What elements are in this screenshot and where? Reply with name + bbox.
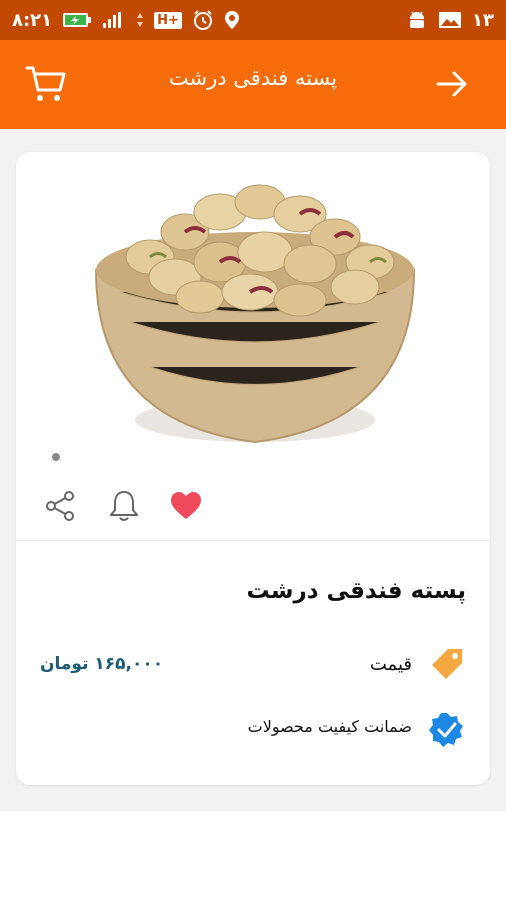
- product-name: پسته فندقی درشت: [246, 578, 466, 604]
- verified-badge-icon: [428, 711, 466, 749]
- arrow-right-icon[interactable]: [432, 64, 472, 104]
- image-icon: [438, 10, 462, 30]
- product-actions: [16, 472, 490, 538]
- product-image[interactable]: [90, 152, 420, 468]
- price-label: قیمت: [369, 654, 412, 675]
- data-arrows-icon: [136, 11, 144, 29]
- status-bar: ۸:۲۱ H+ ۱۳: [0, 0, 506, 40]
- page-title: پسته فندقی درشت: [168, 66, 338, 90]
- status-left: ۸:۲۱ H+: [12, 9, 240, 31]
- clock: ۸:۲۱: [12, 9, 53, 31]
- battery-icon: [62, 11, 92, 29]
- divider: [16, 540, 490, 541]
- location-icon: [224, 10, 240, 30]
- status-right: ۱۳: [406, 9, 494, 31]
- heart-icon[interactable]: [166, 486, 206, 526]
- signal-icon: [102, 11, 126, 29]
- image-pager-dot[interactable]: [52, 453, 60, 461]
- quality-guarantee: ضمانت کیفیت محصولات: [247, 717, 412, 736]
- bell-icon[interactable]: [104, 486, 144, 526]
- network-type-icon: H+: [154, 11, 182, 29]
- price-value: ۱۶۵,۰۰۰ تومان: [40, 654, 164, 674]
- alarm-icon: [192, 9, 214, 31]
- share-icon[interactable]: [40, 486, 80, 526]
- app-header: پسته فندقی درشت: [0, 40, 506, 129]
- android-icon: [406, 9, 428, 31]
- product-card: پسته فندقی درشت قیمت ۱۶۵,۰۰۰ تومان ضمانت…: [16, 152, 490, 785]
- price-tag-icon: [428, 645, 466, 683]
- notification-count: ۱۳: [472, 9, 494, 31]
